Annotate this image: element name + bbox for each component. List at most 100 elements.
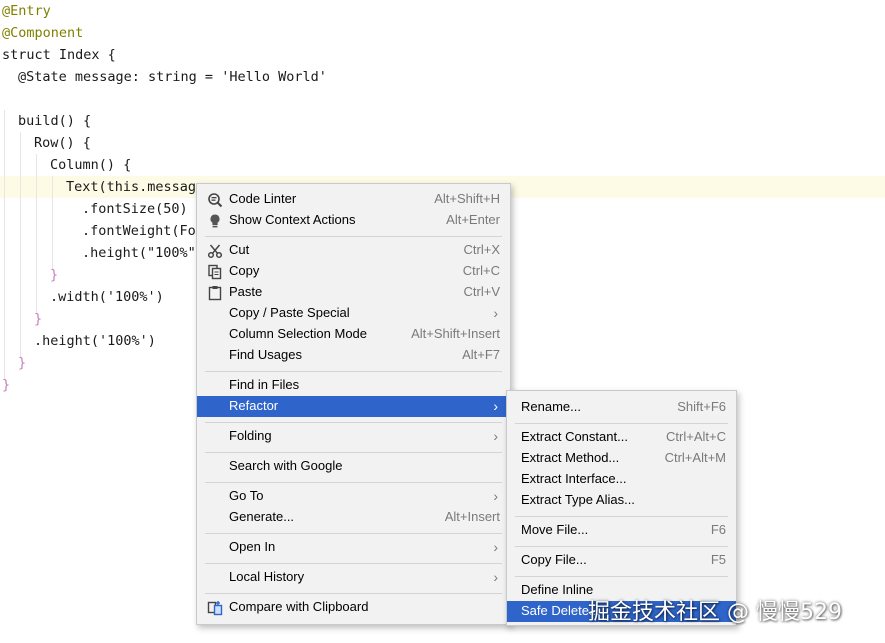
menu-separator: [515, 576, 728, 577]
menu-item-show-context-actions[interactable]: Show Context Actions Alt+Enter: [197, 210, 510, 231]
submenu-item-copy-file[interactable]: Copy File... F5: [507, 550, 736, 571]
menu-separator: [205, 371, 502, 372]
chevron-right-icon: ›: [493, 488, 498, 504]
menu-item-label: Refactor: [229, 398, 279, 413]
menu-item-code-linter[interactable]: Code Linter Alt+Shift+H: [197, 189, 510, 210]
chevron-right-icon: ›: [493, 305, 498, 321]
code-line: }: [34, 311, 43, 327]
menu-item-label: Go To: [229, 488, 264, 503]
menu-item-label: Find in Files: [229, 377, 300, 392]
code-line: @State message: string = 'Hello World': [18, 69, 327, 85]
menu-item-shortcut: Ctrl+X: [463, 242, 500, 257]
menu-item-label: Extract Constant...: [521, 429, 628, 444]
menu-item-label: Open In: [229, 539, 276, 554]
code-line: Column() {: [50, 157, 132, 173]
indent-guide: [4, 110, 5, 380]
chevron-right-icon: ›: [493, 569, 498, 585]
menu-item-label: Folding: [229, 428, 272, 443]
menu-separator: [205, 593, 502, 594]
menu-separator: [205, 236, 502, 237]
menu-item-label: Local History: [229, 569, 305, 584]
menu-item-generate[interactable]: Generate... Alt+Insert: [197, 507, 510, 528]
menu-item-find-in-files[interactable]: Find in Files: [197, 375, 510, 396]
menu-item-folding[interactable]: Folding ›: [197, 426, 510, 447]
code-line: }: [2, 377, 11, 393]
menu-item-shortcut: F6: [710, 522, 726, 537]
clipboard-icon: [207, 285, 223, 301]
menu-item-label: Copy: [229, 263, 260, 278]
menu-separator: [515, 423, 728, 424]
code-line: .fontSize(50): [82, 201, 188, 217]
menu-item-shortcut: F5: [710, 552, 726, 567]
submenu-item-rename[interactable]: Rename... Shift+F6: [507, 397, 736, 418]
compare-icon: [207, 600, 223, 616]
menu-item-label: Generate...: [229, 509, 295, 524]
code-line: .height("100%": [82, 245, 196, 261]
chevron-right-icon: ›: [493, 428, 498, 444]
chevron-right-icon: ›: [493, 398, 498, 414]
menu-item-shortcut: Shift+F6: [677, 399, 726, 414]
menu-item-shortcut: Alt+Shift+H: [434, 191, 500, 206]
menu-item-label: Column Selection Mode: [229, 326, 368, 341]
menu-item-cut[interactable]: Cut Ctrl+X: [197, 240, 510, 261]
menu-item-shortcut: Ctrl+V: [463, 284, 500, 299]
menu-separator: [205, 533, 502, 534]
code-line: Row() {: [34, 135, 91, 151]
menu-separator: [205, 563, 502, 564]
menu-separator: [515, 516, 728, 517]
indent-guide: [20, 132, 21, 358]
scissors-icon: [207, 243, 223, 259]
menu-item-label: Move File...: [521, 522, 589, 537]
refactor-submenu: Rename... Shift+F6 Extract Constant... C…: [506, 390, 737, 626]
code-line: @Component: [2, 25, 84, 41]
code-line: .width('100%'): [50, 289, 164, 305]
code-line: build() {: [18, 113, 92, 129]
menu-item-shortcut: Ctrl+C: [462, 263, 500, 278]
submenu-item-move-file[interactable]: Move File... F6: [507, 520, 736, 541]
menu-item-find-usages[interactable]: Find Usages Alt+F7: [197, 345, 510, 366]
menu-item-label: Paste: [229, 284, 263, 299]
menu-item-search-with-google[interactable]: Search with Google: [197, 456, 510, 477]
menu-item-label: Extract Interface...: [521, 471, 627, 486]
menu-item-column-selection-mode[interactable]: Column Selection Mode Alt+Shift+Insert: [197, 324, 510, 345]
menu-item-label: Compare with Clipboard: [229, 599, 369, 614]
menu-item-label: Search with Google: [229, 458, 343, 473]
menu-item-shortcut: Alt+Enter: [446, 212, 500, 227]
submenu-item-extract-method[interactable]: Extract Method... Ctrl+Alt+M: [507, 448, 736, 469]
menu-separator: [205, 452, 502, 453]
menu-separator: [205, 482, 502, 483]
submenu-item-extract-interface[interactable]: Extract Interface...: [507, 469, 736, 490]
submenu-item-extract-type-alias[interactable]: Extract Type Alias...: [507, 490, 736, 511]
menu-item-copy-paste-special[interactable]: Copy / Paste Special ›: [197, 303, 510, 324]
menu-item-copy[interactable]: Copy Ctrl+C: [197, 261, 510, 282]
code-line-selected: Text(this.messag: [66, 179, 197, 195]
menu-item-open-in[interactable]: Open In ›: [197, 537, 510, 558]
lightbulb-icon: [207, 213, 223, 229]
menu-item-refactor[interactable]: Refactor ›: [197, 396, 510, 417]
menu-separator: [205, 422, 502, 423]
menu-item-compare-with-clipboard[interactable]: Compare with Clipboard: [197, 597, 510, 618]
menu-item-label: Show Context Actions: [229, 212, 356, 227]
editor-context-menu: Code Linter Alt+Shift+H Show Context Act…: [196, 183, 511, 625]
menu-item-label: Rename...: [521, 399, 581, 414]
menu-item-label: Extract Type Alias...: [521, 492, 635, 507]
menu-item-go-to[interactable]: Go To ›: [197, 486, 510, 507]
menu-separator: [515, 546, 728, 547]
code-linter-icon: [207, 192, 223, 208]
code-line: .height('100%'): [34, 333, 156, 349]
menu-item-shortcut: Ctrl+Alt+M: [664, 450, 726, 465]
code-line: }: [18, 355, 27, 371]
code-line: .fontWeight(Fo: [82, 223, 196, 239]
code-line: struct Index {: [2, 47, 116, 63]
chevron-right-icon: ›: [493, 539, 498, 555]
menu-item-label: Cut: [229, 242, 250, 257]
watermark: 掘金技术社区 @ 慢慢529: [588, 600, 842, 625]
menu-item-label: Code Linter: [229, 191, 297, 206]
submenu-item-extract-constant[interactable]: Extract Constant... Ctrl+Alt+C: [507, 427, 736, 448]
menu-item-paste[interactable]: Paste Ctrl+V: [197, 282, 510, 303]
menu-item-label: Copy File...: [521, 552, 587, 567]
menu-item-local-history[interactable]: Local History ›: [197, 567, 510, 588]
indent-guide: [52, 176, 53, 270]
menu-item-label: Extract Method...: [521, 450, 620, 465]
indent-guide: [36, 154, 37, 314]
